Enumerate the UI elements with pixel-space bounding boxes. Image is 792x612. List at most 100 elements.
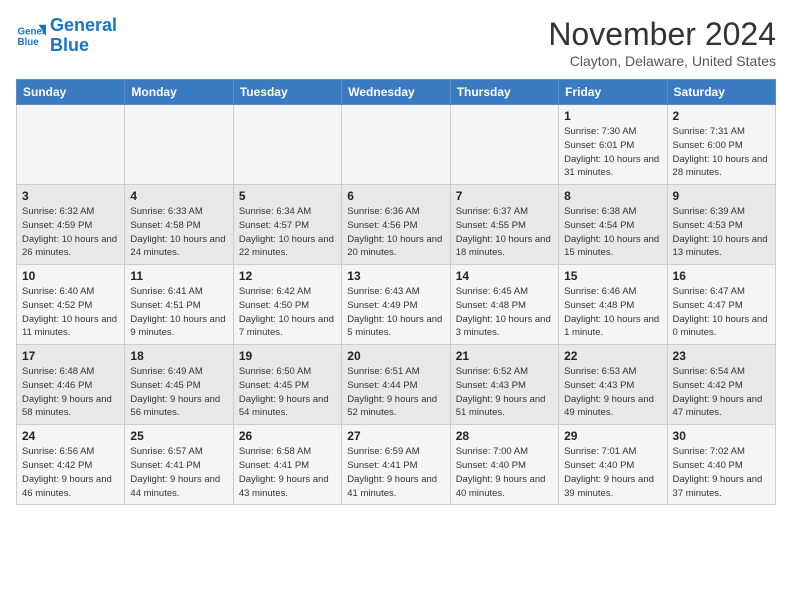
calendar-cell: 23 Sunrise: 6:54 AMSunset: 4:42 PMDayligh… — [667, 345, 775, 425]
title-block: November 2024 Clayton, Delaware, United … — [548, 16, 776, 69]
day-number: 5 — [239, 189, 336, 203]
day-number: 14 — [456, 269, 553, 283]
day-info: Sunrise: 7:01 AMSunset: 4:40 PMDaylight:… — [564, 445, 661, 500]
calendar-table: SundayMondayTuesdayWednesdayThursdayFrid… — [16, 79, 776, 505]
day-info: Sunrise: 6:37 AMSunset: 4:55 PMDaylight:… — [456, 205, 553, 260]
day-number: 18 — [130, 349, 227, 363]
day-info: Sunrise: 7:02 AMSunset: 4:40 PMDaylight:… — [673, 445, 770, 500]
calendar-week-row: 24 Sunrise: 6:56 AMSunset: 4:42 PMDayligh… — [17, 425, 776, 505]
day-number: 12 — [239, 269, 336, 283]
day-number: 7 — [456, 189, 553, 203]
day-info: Sunrise: 6:34 AMSunset: 4:57 PMDaylight:… — [239, 205, 336, 260]
day-info: Sunrise: 6:32 AMSunset: 4:59 PMDaylight:… — [22, 205, 119, 260]
day-number: 28 — [456, 429, 553, 443]
day-number: 6 — [347, 189, 444, 203]
day-info: Sunrise: 6:40 AMSunset: 4:52 PMDaylight:… — [22, 285, 119, 340]
calendar-cell: 9 Sunrise: 6:39 AMSunset: 4:53 PMDaylight… — [667, 185, 775, 265]
day-number: 20 — [347, 349, 444, 363]
day-number: 22 — [564, 349, 661, 363]
day-number: 11 — [130, 269, 227, 283]
day-number: 1 — [564, 109, 661, 123]
calendar-body: 1 Sunrise: 7:30 AMSunset: 6:01 PMDaylight… — [17, 105, 776, 505]
day-info: Sunrise: 6:46 AMSunset: 4:48 PMDaylight:… — [564, 285, 661, 340]
day-info: Sunrise: 6:36 AMSunset: 4:56 PMDaylight:… — [347, 205, 444, 260]
calendar-cell: 15 Sunrise: 6:46 AMSunset: 4:48 PMDayligh… — [559, 265, 667, 345]
day-info: Sunrise: 6:45 AMSunset: 4:48 PMDaylight:… — [456, 285, 553, 340]
day-header-friday: Friday — [559, 80, 667, 105]
calendar-cell: 29 Sunrise: 7:01 AMSunset: 4:40 PMDayligh… — [559, 425, 667, 505]
day-number: 21 — [456, 349, 553, 363]
calendar-cell — [17, 105, 125, 185]
calendar-week-row: 1 Sunrise: 7:30 AMSunset: 6:01 PMDaylight… — [17, 105, 776, 185]
day-info: Sunrise: 7:31 AMSunset: 6:00 PMDaylight:… — [673, 125, 770, 180]
day-info: Sunrise: 6:47 AMSunset: 4:47 PMDaylight:… — [673, 285, 770, 340]
calendar-cell: 4 Sunrise: 6:33 AMSunset: 4:58 PMDaylight… — [125, 185, 233, 265]
calendar-cell: 25 Sunrise: 6:57 AMSunset: 4:41 PMDayligh… — [125, 425, 233, 505]
day-info: Sunrise: 6:51 AMSunset: 4:44 PMDaylight:… — [347, 365, 444, 420]
day-info: Sunrise: 6:58 AMSunset: 4:41 PMDaylight:… — [239, 445, 336, 500]
calendar-cell: 24 Sunrise: 6:56 AMSunset: 4:42 PMDayligh… — [17, 425, 125, 505]
day-info: Sunrise: 6:39 AMSunset: 4:53 PMDaylight:… — [673, 205, 770, 260]
day-info: Sunrise: 6:42 AMSunset: 4:50 PMDaylight:… — [239, 285, 336, 340]
day-header-sunday: Sunday — [17, 80, 125, 105]
day-number: 24 — [22, 429, 119, 443]
calendar-cell: 26 Sunrise: 6:58 AMSunset: 4:41 PMDayligh… — [233, 425, 341, 505]
day-number: 15 — [564, 269, 661, 283]
calendar-cell: 6 Sunrise: 6:36 AMSunset: 4:56 PMDaylight… — [342, 185, 450, 265]
calendar-cell: 10 Sunrise: 6:40 AMSunset: 4:52 PMDayligh… — [17, 265, 125, 345]
day-number: 25 — [130, 429, 227, 443]
day-header-thursday: Thursday — [450, 80, 558, 105]
calendar-cell — [450, 105, 558, 185]
day-info: Sunrise: 7:00 AMSunset: 4:40 PMDaylight:… — [456, 445, 553, 500]
day-number: 8 — [564, 189, 661, 203]
day-number: 10 — [22, 269, 119, 283]
day-number: 13 — [347, 269, 444, 283]
calendar-cell: 30Sunrise: 7:02 AMSunset: 4:40 PMDayligh… — [667, 425, 775, 505]
day-info: Sunrise: 6:50 AMSunset: 4:45 PMDaylight:… — [239, 365, 336, 420]
day-number: 26 — [239, 429, 336, 443]
day-info: Sunrise: 6:33 AMSunset: 4:58 PMDaylight:… — [130, 205, 227, 260]
day-number: 29 — [564, 429, 661, 443]
logo-icon: General Blue — [16, 21, 46, 51]
day-info: Sunrise: 7:30 AMSunset: 6:01 PMDaylight:… — [564, 125, 661, 180]
calendar-cell: 3 Sunrise: 6:32 AMSunset: 4:59 PMDaylight… — [17, 185, 125, 265]
calendar-cell — [125, 105, 233, 185]
calendar-cell: 18 Sunrise: 6:49 AMSunset: 4:45 PMDayligh… — [125, 345, 233, 425]
day-number: 2 — [673, 109, 770, 123]
calendar-cell: 1 Sunrise: 7:30 AMSunset: 6:01 PMDaylight… — [559, 105, 667, 185]
calendar-cell: 27 Sunrise: 6:59 AMSunset: 4:41 PMDayligh… — [342, 425, 450, 505]
location-subtitle: Clayton, Delaware, United States — [548, 53, 776, 69]
svg-text:Blue: Blue — [18, 37, 40, 48]
calendar-cell — [342, 105, 450, 185]
calendar-cell: 17 Sunrise: 6:48 AMSunset: 4:46 PMDayligh… — [17, 345, 125, 425]
day-info: Sunrise: 6:49 AMSunset: 4:45 PMDaylight:… — [130, 365, 227, 420]
day-number: 4 — [130, 189, 227, 203]
day-header-wednesday: Wednesday — [342, 80, 450, 105]
day-info: Sunrise: 6:41 AMSunset: 4:51 PMDaylight:… — [130, 285, 227, 340]
day-number: 3 — [22, 189, 119, 203]
day-number: 17 — [22, 349, 119, 363]
calendar-week-row: 17 Sunrise: 6:48 AMSunset: 4:46 PMDayligh… — [17, 345, 776, 425]
day-info: Sunrise: 6:43 AMSunset: 4:49 PMDaylight:… — [347, 285, 444, 340]
calendar-week-row: 3 Sunrise: 6:32 AMSunset: 4:59 PMDaylight… — [17, 185, 776, 265]
calendar-cell: 21 Sunrise: 6:52 AMSunset: 4:43 PMDayligh… — [450, 345, 558, 425]
day-info: Sunrise: 6:52 AMSunset: 4:43 PMDaylight:… — [456, 365, 553, 420]
day-info: Sunrise: 6:56 AMSunset: 4:42 PMDaylight:… — [22, 445, 119, 500]
day-header-tuesday: Tuesday — [233, 80, 341, 105]
calendar-cell: 12 Sunrise: 6:42 AMSunset: 4:50 PMDayligh… — [233, 265, 341, 345]
day-number: 9 — [673, 189, 770, 203]
day-number: 23 — [673, 349, 770, 363]
day-info: Sunrise: 6:54 AMSunset: 4:42 PMDaylight:… — [673, 365, 770, 420]
month-title: November 2024 — [548, 16, 776, 53]
day-info: Sunrise: 6:57 AMSunset: 4:41 PMDaylight:… — [130, 445, 227, 500]
day-info: Sunrise: 6:59 AMSunset: 4:41 PMDaylight:… — [347, 445, 444, 500]
calendar-cell: 20 Sunrise: 6:51 AMSunset: 4:44 PMDayligh… — [342, 345, 450, 425]
day-info: Sunrise: 6:48 AMSunset: 4:46 PMDaylight:… — [22, 365, 119, 420]
calendar-week-row: 10 Sunrise: 6:40 AMSunset: 4:52 PMDayligh… — [17, 265, 776, 345]
calendar-cell: 5 Sunrise: 6:34 AMSunset: 4:57 PMDaylight… — [233, 185, 341, 265]
calendar-cell: 28 Sunrise: 7:00 AMSunset: 4:40 PMDayligh… — [450, 425, 558, 505]
day-number: 27 — [347, 429, 444, 443]
calendar-cell: 13 Sunrise: 6:43 AMSunset: 4:49 PMDayligh… — [342, 265, 450, 345]
logo: General Blue GeneralBlue — [16, 16, 117, 56]
calendar-cell: 8Sunrise: 6:38 AMSunset: 4:54 PMDaylight… — [559, 185, 667, 265]
